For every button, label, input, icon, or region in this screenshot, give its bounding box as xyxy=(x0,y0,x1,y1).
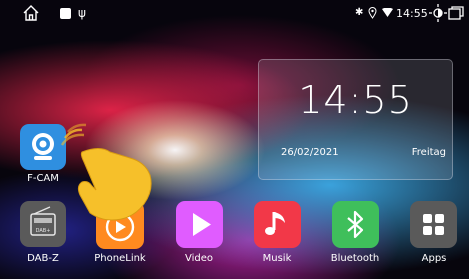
widget-time: 14:55 xyxy=(298,78,413,122)
apps-app-button[interactable] xyxy=(410,201,457,248)
music-note-icon xyxy=(265,212,285,235)
widget-date: 26/02/2021 xyxy=(281,147,339,158)
video-label: Video xyxy=(184,253,214,264)
usb-icon: ψ xyxy=(78,6,86,20)
svg-text:DAB+: DAB+ xyxy=(36,228,51,234)
wifi-icon xyxy=(382,8,393,17)
bluetooth-status-icon: ✱ xyxy=(355,7,364,18)
bluetooth-label: Bluetooth xyxy=(330,253,380,264)
apps-label: Apps xyxy=(421,253,447,264)
grid-icon xyxy=(423,214,444,235)
home-screen: ψ ✱ 14:55 14:55 26/02/2021 Freitag F-CAM… xyxy=(0,0,469,279)
status-bar: ψ ✱ 14:55 xyxy=(0,0,469,28)
dabz-label: DAB-Z xyxy=(27,253,59,264)
recent-apps-icon[interactable] xyxy=(448,6,464,20)
widget-day: Freitag xyxy=(411,147,446,158)
bluetooth-app-button[interactable] xyxy=(332,201,379,248)
play-icon xyxy=(193,213,211,236)
musik-label: Musik xyxy=(262,253,292,264)
clock-widget[interactable]: 14:55 26/02/2021 Freitag xyxy=(258,59,453,180)
location-icon xyxy=(368,7,377,19)
tap-hand-icon xyxy=(60,123,152,221)
bluetooth-icon xyxy=(347,210,364,239)
musik-app-button[interactable] xyxy=(254,201,301,248)
notification-square-icon xyxy=(60,8,71,19)
brightness-icon[interactable] xyxy=(428,3,448,23)
home-icon[interactable] xyxy=(22,4,40,22)
status-clock: 14:55 xyxy=(396,7,428,20)
phonelink-label: PhoneLink xyxy=(94,253,146,264)
video-app-button[interactable] xyxy=(176,201,223,248)
